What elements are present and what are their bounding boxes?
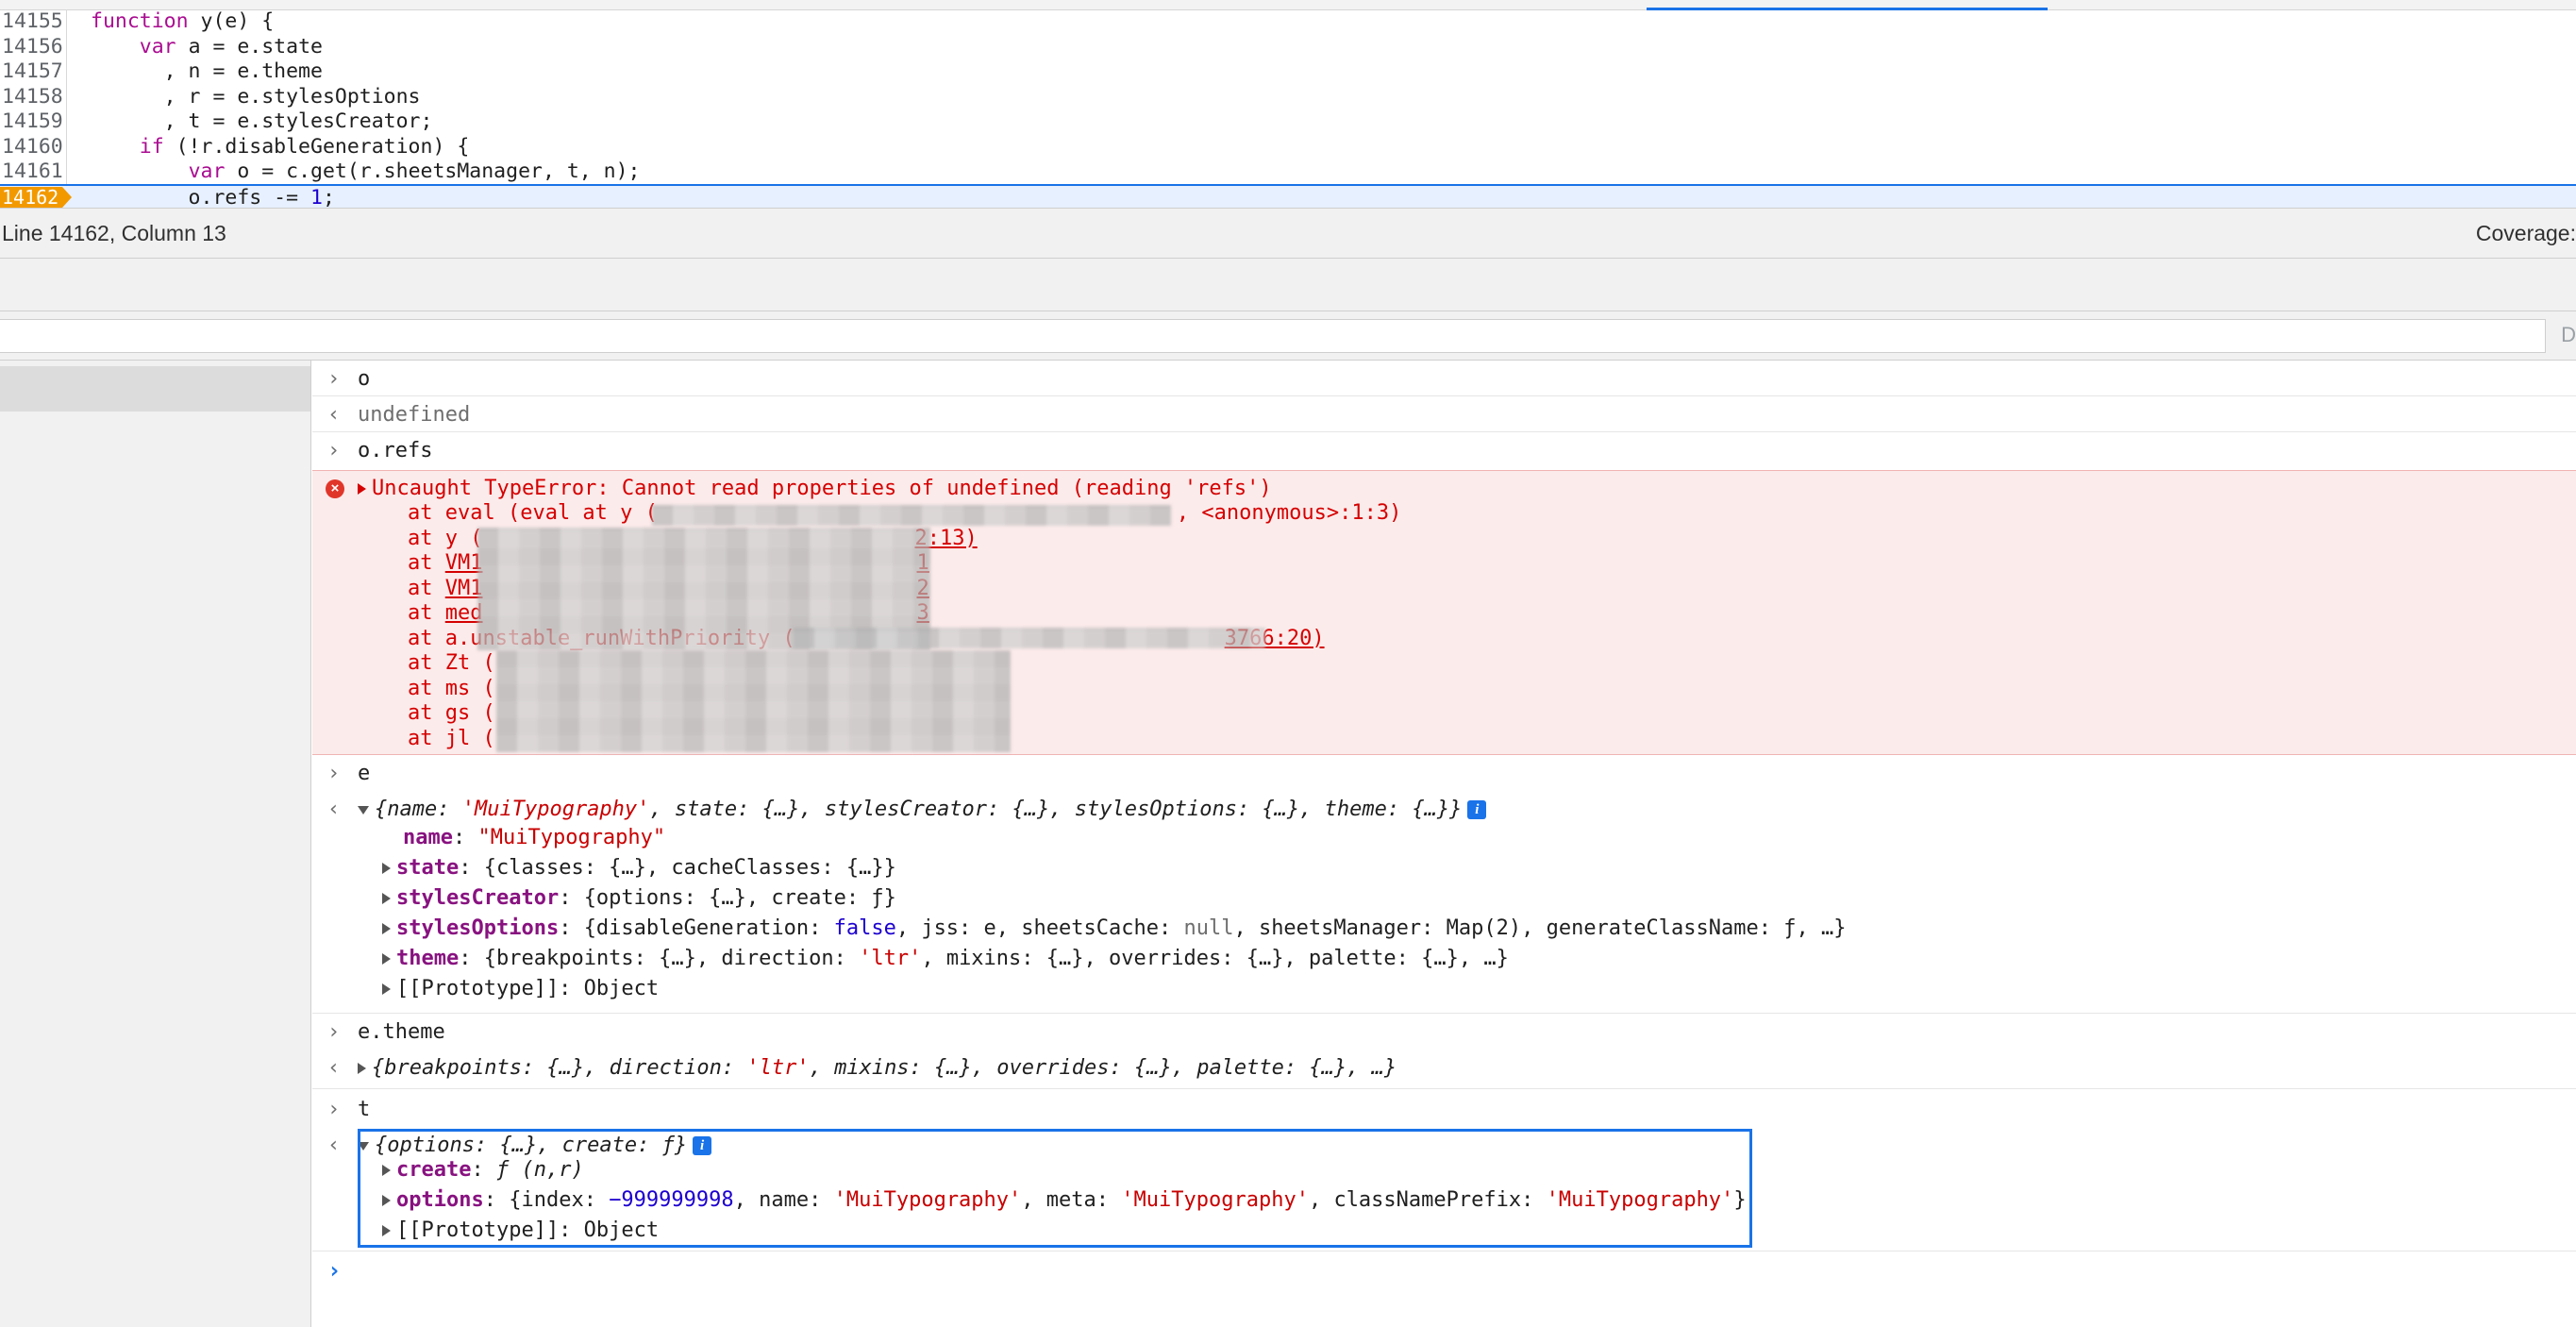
stack-frame[interactable]: at gs (	[408, 701, 495, 727]
code-line[interactable]: 14159 , t = e.stylesCreator;	[0, 109, 2576, 135]
line-number[interactable]: 14156	[0, 35, 63, 60]
console-error-entry[interactable]: × Uncaught TypeError: Cannot read proper…	[312, 470, 2576, 755]
prompt-chevron-icon: ›	[327, 1257, 342, 1284]
error-message[interactable]: Uncaught TypeError: Cannot read properti…	[358, 477, 1272, 502]
expand-triangle-icon[interactable]	[382, 893, 391, 904]
input-chevron-icon: ›	[327, 439, 341, 462]
expand-triangle-icon[interactable]	[358, 1063, 366, 1074]
code-line[interactable]: 14156 var a = e.state	[0, 35, 2576, 60]
redacted-region	[794, 628, 1265, 648]
coverage-label[interactable]: Coverage:	[2476, 221, 2576, 246]
property-row[interactable]: stylesCreator: {options: {…}, create: ƒ}	[382, 883, 896, 914]
editor-status-bar: Line 14162, Column 13 Coverage:	[0, 208, 2576, 259]
result-arrow-icon: ‹	[327, 1056, 341, 1080]
property-row: name: "MuiTypography"	[403, 826, 666, 849]
stack-frame[interactable]: at ms (	[408, 677, 495, 702]
console-command: o	[358, 367, 371, 391]
expand-triangle-icon[interactable]	[382, 953, 391, 965]
drawer-toolbar	[0, 259, 2576, 311]
error-icon: ×	[326, 479, 344, 498]
object-summary[interactable]: {name: 'MuiTypography', state: {…}, styl…	[358, 797, 1487, 822]
console-result: undefined	[358, 403, 471, 427]
console-command: o.refs	[358, 439, 433, 462]
cursor-position: Line 14162, Column 13	[2, 221, 226, 245]
property-row[interactable]: stylesOptions: {disableGeneration: false…	[382, 914, 1846, 944]
prototype-row[interactable]: [[Prototype]]: Object	[382, 974, 659, 1004]
execution-paused-marker[interactable]: 14162	[0, 187, 74, 208]
collapse-triangle-icon[interactable]	[358, 805, 369, 815]
console-result-entry: ‹ undefined	[312, 396, 2576, 432]
result-arrow-icon: ‹	[327, 403, 341, 427]
code-line[interactable]: 14157 , n = e.theme	[0, 59, 2576, 85]
code-text: if (!r.disableGeneration) {	[139, 134, 470, 159]
code-line[interactable]: 14160 if (!r.disableGeneration) {	[0, 135, 2576, 160]
input-chevron-icon: ›	[327, 1098, 341, 1121]
console-command: t	[358, 1098, 371, 1121]
line-number[interactable]: 14155	[0, 9, 63, 35]
selection-highlight	[358, 1129, 1752, 1248]
console-filter-input[interactable]	[0, 319, 2546, 353]
console-result-entry: ‹ {breakpoints: {…}, direction: 'ltr', m…	[312, 1050, 2576, 1089]
redacted-region	[652, 505, 1171, 526]
code-text: function y(e) {	[91, 9, 275, 33]
code-text: , t = e.stylesCreator;	[91, 109, 433, 133]
object-summary[interactable]: {breakpoints: {…}, direction: 'ltr', mix…	[358, 1055, 1397, 1081]
input-chevron-icon: ›	[327, 1020, 341, 1044]
info-icon[interactable]: i	[1467, 800, 1487, 819]
console-panel: › o ‹ undefined › o.refs × Uncaught Type…	[312, 361, 2576, 1327]
console-input-entry[interactable]: › o	[312, 361, 2576, 396]
paused-code-line[interactable]: 14162 o.refs -= 1;	[0, 184, 2576, 210]
code-text: var a = e.state	[139, 34, 323, 59]
default-levels-dropdown[interactable]: D	[2561, 323, 2576, 347]
console-filter-bar: D	[0, 311, 2576, 361]
input-chevron-icon: ›	[327, 762, 341, 785]
code-line[interactable]: 14161 var o = c.get(r.sheetsManager, t, …	[0, 160, 2576, 185]
expand-triangle-icon[interactable]	[358, 483, 366, 495]
console-command: e.theme	[358, 1020, 445, 1044]
console-input-entry[interactable]: › o.refs	[312, 432, 2576, 470]
property-row[interactable]: theme: {breakpoints: {…}, direction: 'lt…	[382, 944, 1509, 974]
sidebar-selected-item[interactable]	[0, 366, 310, 412]
console-input-entry[interactable]: › e.theme	[312, 1014, 2576, 1050]
result-arrow-icon: ‹	[327, 1134, 341, 1157]
code-text: , n = e.theme	[91, 59, 323, 83]
line-number[interactable]: 14157	[0, 59, 63, 85]
input-chevron-icon: ›	[327, 367, 341, 391]
source-editor[interactable]: 14155 function y(e) { 14156 var a = e.st…	[0, 0, 2576, 210]
property-row[interactable]: state: {classes: {…}, cacheClasses: {…}}	[382, 853, 896, 883]
console-sidebar	[0, 361, 311, 1327]
console-prompt-input[interactable]	[358, 1253, 2532, 1285]
line-number[interactable]: 14161	[0, 160, 63, 185]
line-number[interactable]: 14159	[0, 109, 63, 135]
expand-triangle-icon[interactable]	[382, 983, 391, 995]
redacted-region	[496, 650, 1011, 752]
stack-frame[interactable]: at Zt (	[408, 651, 495, 677]
stack-frame[interactable]: at jl (	[408, 727, 495, 752]
console-input-entry[interactable]: › e	[312, 755, 2576, 791]
line-number[interactable]: 14158	[0, 85, 63, 110]
line-number[interactable]: 14160	[0, 135, 63, 160]
console-command: e	[358, 762, 371, 785]
expand-triangle-icon[interactable]	[382, 863, 391, 874]
code-line[interactable]: 14155 function y(e) {	[0, 9, 2576, 35]
code-text: var o = c.get(r.sheetsManager, t, n);	[188, 160, 641, 183]
expand-triangle-icon[interactable]	[382, 923, 391, 934]
code-text: , r = e.stylesOptions	[91, 84, 421, 109]
console-input-entry[interactable]: › t	[312, 1089, 2576, 1127]
marker-arrow	[62, 187, 72, 208]
result-arrow-icon: ‹	[327, 798, 341, 821]
console-result-entry: ‹ {name: 'MuiTypography', state: {…}, st…	[312, 791, 2576, 1014]
code-line[interactable]: 14158 , r = e.stylesOptions	[0, 85, 2576, 110]
